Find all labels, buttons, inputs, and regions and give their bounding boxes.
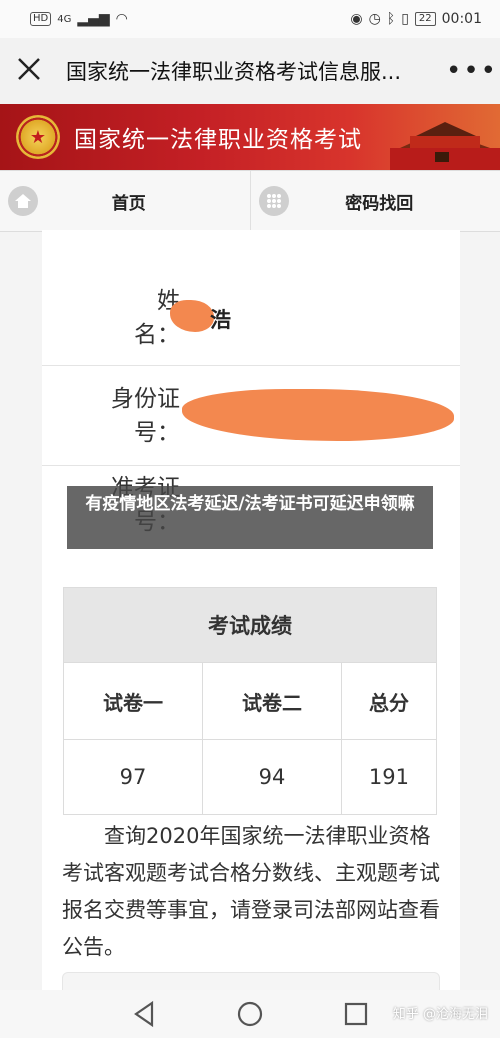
score-paper-one: 97 [63, 739, 203, 815]
battery-icon: 22 [414, 12, 436, 26]
nav-password-label: 密码找回 [345, 193, 414, 214]
vibrate-icon: ▯ [401, 11, 409, 27]
watermark: 知乎 @沧海无泪 [392, 1007, 488, 1022]
name-row: 姓 名： 浩 [42, 230, 460, 366]
eye-icon: ◉ [350, 11, 363, 27]
hd-badge: HD [30, 12, 52, 26]
close-icon [18, 58, 40, 80]
score-table: 考试成绩 试卷一 试卷二 总分 97 94 191 [63, 587, 438, 815]
name-label-line1: 姓 [157, 288, 180, 314]
id-label-line1: 身份证 [111, 386, 180, 412]
id-redaction [182, 389, 454, 441]
grid-icon [258, 186, 289, 216]
more-button[interactable]: ••• [446, 56, 496, 86]
nav-password-recovery[interactable]: 密码找回 [249, 171, 500, 231]
title-bar: 国家统一法律职业资格考试信息服... ••• [0, 38, 500, 104]
recent-apps-icon[interactable] [342, 1000, 370, 1028]
nav-home[interactable]: 首页 [0, 171, 250, 231]
network-type: 4G [57, 13, 72, 25]
banner-title: 国家统一法律职业资格考试 [74, 127, 362, 153]
signal-icon: ▂▄▆ [77, 11, 110, 27]
home-icon [8, 186, 38, 216]
page-title: 国家统一法律职业资格考试信息服... [66, 60, 402, 84]
back-icon[interactable] [130, 1000, 158, 1028]
more-icon: ••• [446, 56, 499, 86]
alarm-icon: ◷ [368, 11, 381, 27]
id-label-line2: 号： [134, 420, 180, 446]
tiananmen-icon [390, 122, 500, 170]
wifi-icon: ◠ [115, 11, 128, 27]
score-total: 191 [340, 739, 438, 815]
column-header: 总分 [340, 662, 438, 740]
status-bar: HD 4G ▂▄▆ ◠ ◉ ◷ ᛒ ▯ 22 00:01 [0, 0, 500, 38]
column-header: 试卷二 [201, 662, 342, 740]
score-table-title: 考试成绩 [63, 587, 437, 663]
column-header: 试卷一 [63, 662, 203, 740]
notice-body: 查询2020年国家统一法律职业资格考试客观题考试合格分数线、主观题考试报名交费等… [62, 824, 440, 959]
clock: 00:01 [441, 11, 482, 27]
bluetooth-icon: ᛒ [386, 11, 396, 27]
name-label-line2: 名： [134, 322, 180, 348]
status-right: ◉ ◷ ᛒ ▯ 22 00:01 [350, 11, 482, 27]
score-paper-two: 94 [201, 739, 342, 815]
name-value: 浩 [210, 308, 231, 332]
home-circle-icon[interactable] [236, 1000, 264, 1028]
close-button[interactable] [14, 56, 44, 86]
nav-bar: 首页 密码找回 [0, 170, 500, 232]
id-row: 身份证 号： [42, 365, 460, 466]
national-emblem-icon: ★ [16, 115, 60, 159]
caption-overlay: 有疫情地区法考延迟/法考证书可延迟申领嘛 [67, 486, 433, 549]
nav-home-label: 首页 [111, 193, 146, 214]
site-banner: ★ 国家统一法律职业资格考试 [0, 104, 500, 170]
notice-text: 查询2020年国家统一法律职业资格考试客观题考试合格分数线、主观题考试报名交费等… [62, 818, 440, 966]
status-left: HD 4G ▂▄▆ ◠ [30, 11, 128, 27]
